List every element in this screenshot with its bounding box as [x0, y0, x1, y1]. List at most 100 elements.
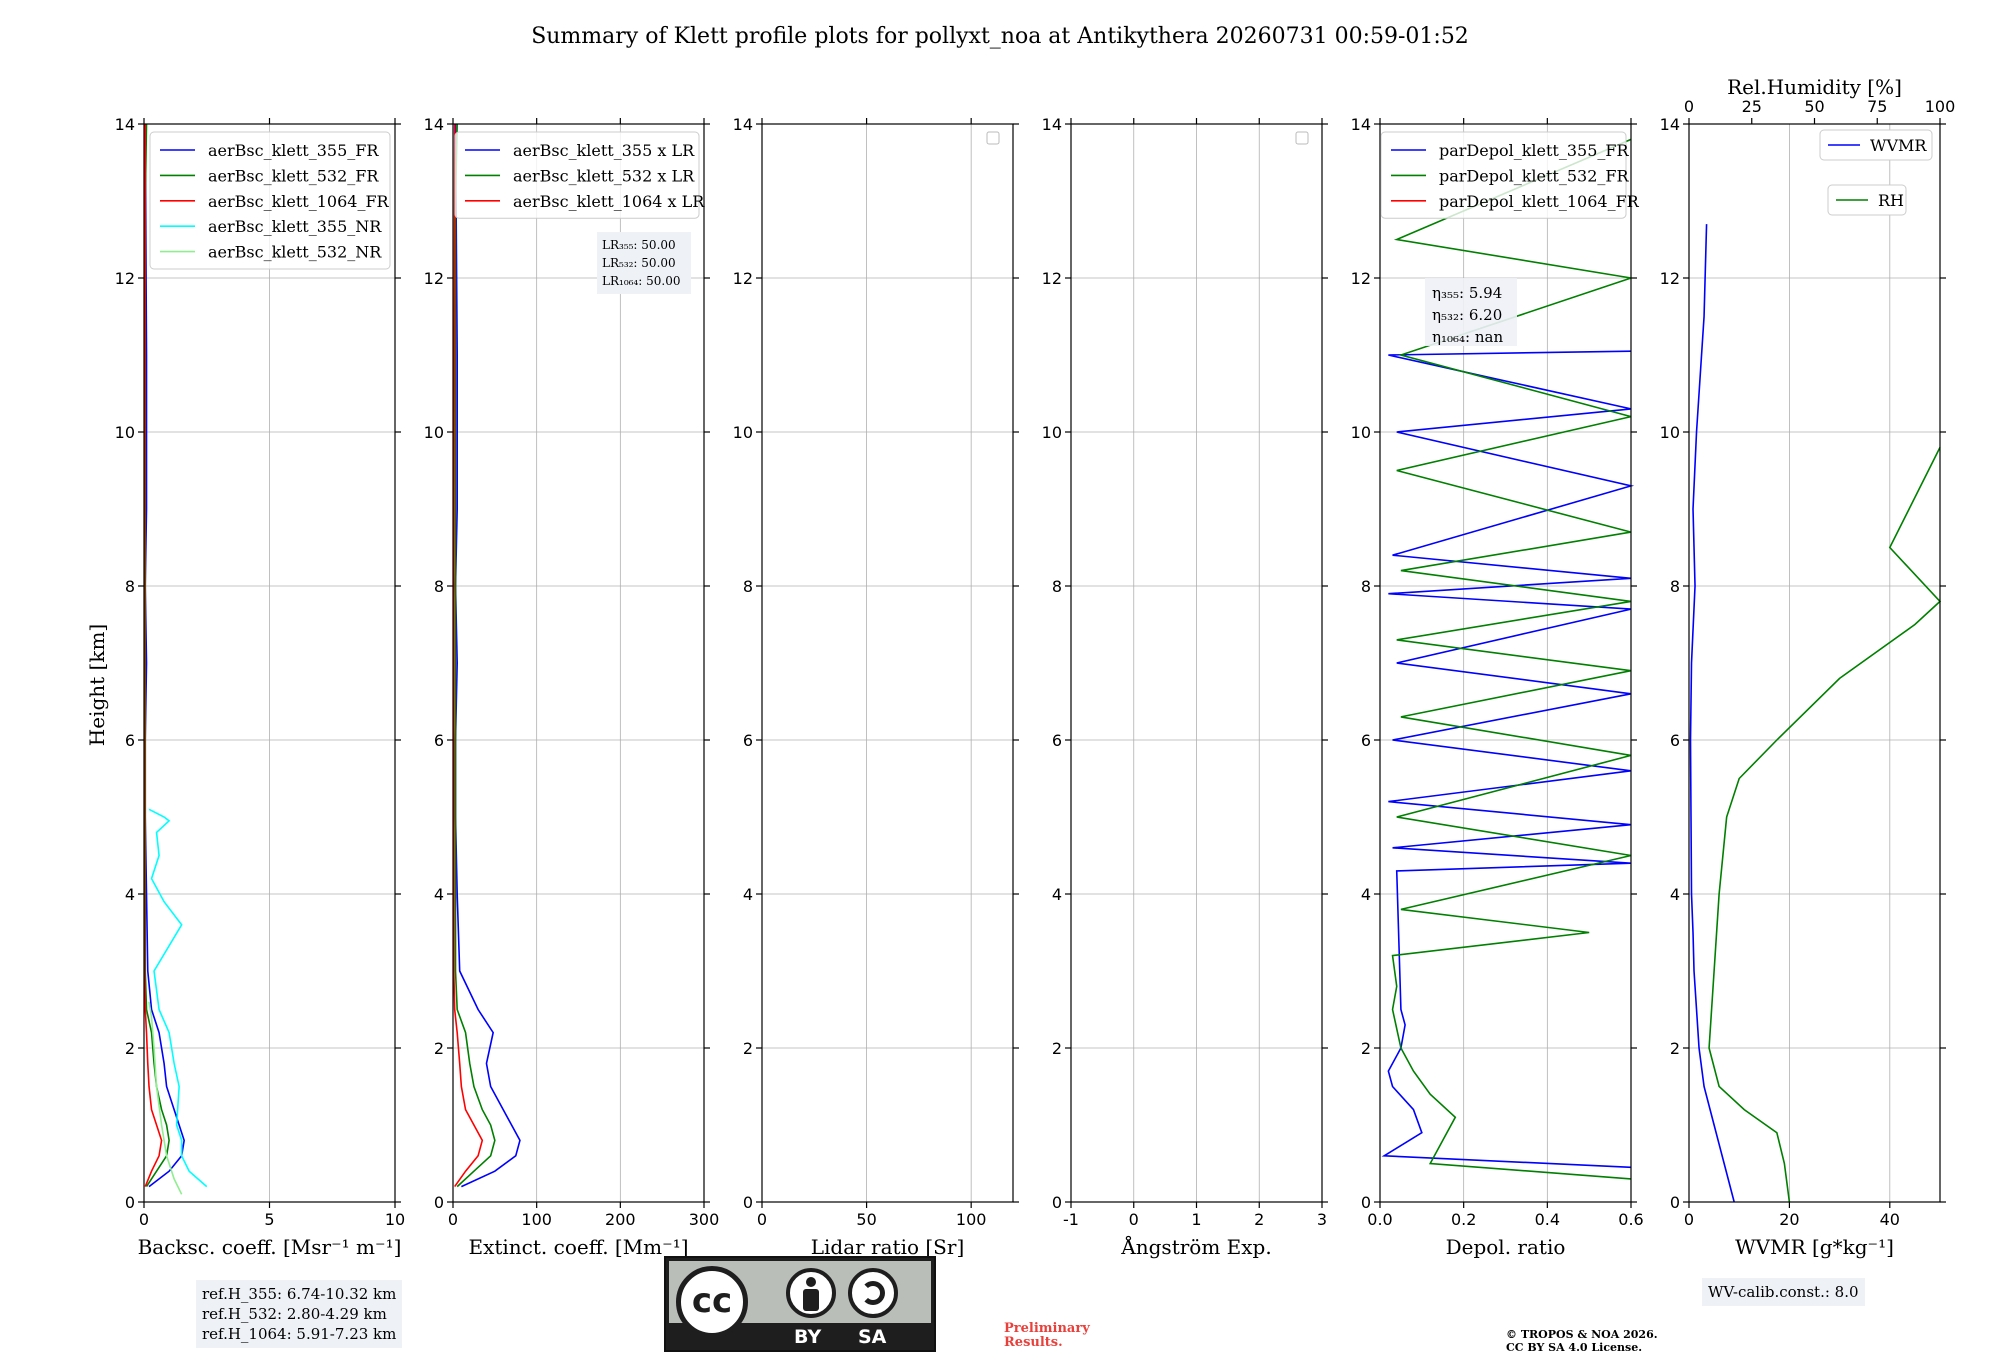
y-tick-label: 12 [1660, 269, 1680, 288]
y-tick-label: 6 [1670, 731, 1680, 750]
x-tick-label: 200 [605, 1210, 636, 1229]
x-tick-label: 100 [521, 1210, 552, 1229]
ref-height-532: ref.H_532: 2.80-4.29 km [202, 1305, 387, 1323]
y-tick-label: 10 [1351, 423, 1371, 442]
y-tick-label: 12 [424, 269, 444, 288]
y-tick-label: 4 [434, 885, 444, 904]
x-tick-label: 300 [689, 1210, 720, 1229]
y-tick-label: 12 [115, 269, 135, 288]
x-tick-label: 5 [264, 1210, 274, 1229]
empty-legend-box [1295, 131, 1309, 145]
empty-legend-box [986, 131, 1000, 145]
y-tick-label: 2 [434, 1039, 444, 1058]
y-tick-label: 4 [125, 885, 135, 904]
y-tick-label: 0 [434, 1193, 444, 1212]
y-tick-label: 14 [733, 115, 753, 134]
panel-1: 0 2 4 6 8 10 12 14 0 100 200 300Extinct. coeff. [Mm… [424, 115, 720, 1259]
y-tick-label: 6 [1052, 731, 1062, 750]
x-axis-label: WVMR [g*kg⁻¹] [1735, 1235, 1894, 1259]
angstrom-note-label: η₅₃₂: 6.20 [1432, 306, 1502, 324]
cc-license-logo: cc BY SA [664, 1256, 936, 1352]
x-axis-label: Depol. ratio [1446, 1235, 1566, 1259]
x-tick-label: -1 [1063, 1210, 1079, 1229]
series-line-0 [454, 123, 521, 1188]
panel-5: 024681012140 20 400 25 50 75 100Rel.Humidity [… [1660, 75, 1956, 1259]
legend-label: parDepol_klett_532_FR [1439, 166, 1630, 185]
legend-label: aerBsc_klett_355_FR [208, 141, 379, 160]
x-tick-label: 0.4 [1535, 1210, 1560, 1229]
y-tick-label: 6 [1361, 731, 1371, 750]
panel-0: 0 2 4 6 8 10 12 14 0 5 10 Backsc. coeff. [Msr⁻¹ m⁻¹… [115, 115, 406, 1259]
x-tick-label: 0 [139, 1210, 149, 1229]
series-line-0 [1689, 224, 1735, 1203]
x-tick-label: 20 [1779, 1210, 1799, 1229]
y-tick-label: 8 [743, 577, 753, 596]
x-tick-label: 0 [448, 1210, 458, 1229]
y-tick-label: 6 [125, 731, 135, 750]
panels: 024681012140 5 10Backsc. coeff. [Msr⁻¹ m⁻¹… [115, 75, 1956, 1259]
y-tick-label: 8 [125, 577, 135, 596]
legend-label: aerBsc_klett_355_NR [208, 217, 382, 236]
y-tick-label: 12 [1042, 269, 1062, 288]
y-tick-label: 8 [1670, 577, 1680, 596]
legend-label: parDepol_klett_1064_FR [1439, 192, 1640, 211]
y-tick-label: 2 [125, 1039, 135, 1058]
legend-label: RH [1878, 191, 1904, 210]
y-tick-label: 8 [434, 577, 444, 596]
y-tick-label: 10 [1660, 423, 1680, 442]
y-tick-label: 10 [1042, 423, 1062, 442]
y-tick-label: 0 [125, 1193, 135, 1212]
y-tick-label: 14 [1660, 115, 1680, 134]
x-tick-label: 50 [856, 1210, 876, 1229]
x-tick-label: 0 [757, 1210, 767, 1229]
preliminary-note: Preliminary Results. [1004, 1322, 1090, 1350]
y-axis-label: Height [km] [85, 624, 109, 746]
x-tick-label: 10 [385, 1210, 405, 1229]
ref-height-1064: ref.H_1064: 5.91-7.23 km [202, 1325, 397, 1343]
license-by-label: BY [794, 1326, 822, 1348]
y-tick-label: 2 [743, 1039, 753, 1058]
x-top-tick-label: 25 [1742, 97, 1762, 116]
x-axis-label: Ångström Exp. [1120, 1234, 1271, 1259]
y-tick-label: 4 [1052, 885, 1062, 904]
share-alike-icon [848, 1268, 898, 1318]
x-tick-label: 2 [1254, 1210, 1264, 1229]
copyright-line-1: © TROPOS & NOA 2026. [1506, 1328, 1658, 1341]
x-tick-label: 100 [956, 1210, 987, 1229]
y-tick-label: 0 [1052, 1193, 1062, 1212]
cc-circle-icon: cc [676, 1266, 748, 1338]
y-tick-label: 10 [424, 423, 444, 442]
reference-heights-box: ref.H_355: 6.74-10.32 km ref.H_532: 2.80… [196, 1280, 403, 1348]
x-top-tick-label: 75 [1867, 97, 1887, 116]
x-tick-label: 3 [1317, 1210, 1327, 1229]
x-top-tick-label: 100 [1925, 97, 1956, 116]
legend-label: parDepol_klett_355_FR [1439, 141, 1630, 160]
ref-height-355: ref.H_355: 6.74-10.32 km [202, 1285, 397, 1303]
y-tick-label: 10 [115, 423, 135, 442]
lidar-ratio-label: LR₃₅₅: 50.00 [602, 238, 676, 252]
y-tick-label: 14 [1042, 115, 1062, 134]
legend-label: aerBsc_klett_355 x LR [513, 141, 695, 160]
angstrom-note-label: η₁₀₆₄: nan [1432, 328, 1503, 346]
y-tick-label: 4 [1361, 885, 1371, 904]
series-line-1 [1708, 447, 1942, 1203]
wv-calib-box: WV-calib.const.: 8.0 [1702, 1278, 1865, 1306]
panel-2: 024681012140 50 100Lidar ratio [Sr] [733, 115, 1019, 1259]
x-top-axis-label: Rel.Humidity [%] [1727, 75, 1902, 99]
lidar-ratio-label: LR₅₃₂: 50.00 [602, 256, 676, 270]
panel-4: 024681012140.0 0.2 0.4 0.6Depol. ratioparDe… [1351, 115, 1644, 1259]
figure-canvas: Summary of Klett profile plots for polly… [85, 24, 1956, 1259]
license-sa-label: SA [858, 1326, 887, 1348]
x-tick-label: 0 [1684, 1210, 1694, 1229]
preliminary-line-1: Preliminary [1004, 1321, 1090, 1336]
series-line-2 [453, 123, 484, 1188]
y-tick-label: 6 [743, 731, 753, 750]
figure-title: Summary of Klett profile plots for polly… [531, 24, 1469, 49]
legend-label: aerBsc_klett_532_NR [208, 243, 382, 262]
wv-calib-text: WV-calib.const.: 8.0 [1708, 1283, 1859, 1301]
x-tick-label: 0.2 [1451, 1210, 1476, 1229]
panel-3: 02468101214-1 0 1 2 3Ångström Exp. [1042, 115, 1328, 1259]
x-top-tick-label: 0 [1684, 97, 1694, 116]
x-tick-label: 0.6 [1618, 1210, 1643, 1229]
series-line-0 [1381, 350, 1635, 1169]
